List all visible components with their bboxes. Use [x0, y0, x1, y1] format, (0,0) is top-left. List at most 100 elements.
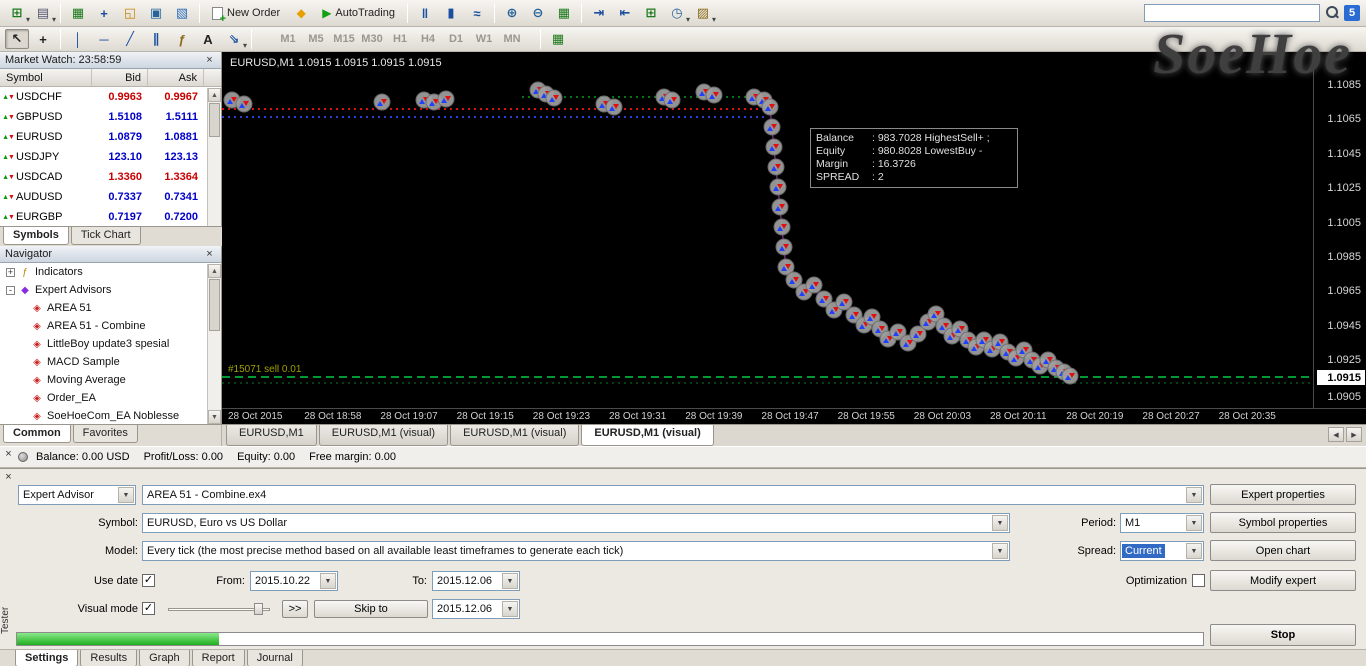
data-window-icon[interactable]: + — [92, 3, 116, 23]
strategy-tester-icon[interactable]: ▧ — [170, 3, 194, 23]
slider-handle[interactable] — [254, 603, 263, 615]
community-icon[interactable]: 5 — [1344, 5, 1360, 21]
tabs-left-icon[interactable]: ◀ — [1328, 427, 1344, 442]
tab-favorites[interactable]: Favorites — [73, 425, 138, 443]
symbol-properties-button[interactable]: Symbol properties — [1210, 512, 1356, 533]
market-watch-row[interactable]: ▲▼USDCHF0.99630.9967 — [0, 87, 221, 107]
spread-combo[interactable]: Current ▼ — [1120, 541, 1204, 561]
timeframe-w1[interactable]: W1 — [471, 30, 497, 49]
period-combo[interactable]: M1 ▼ — [1120, 513, 1204, 533]
navigator-item[interactable]: ◈AREA 51 — [0, 299, 221, 317]
chevron-down-icon[interactable]: ▼ — [1186, 543, 1202, 559]
model-combo[interactable]: Every tick (the most precise method base… — [142, 541, 1010, 561]
expert-properties-button[interactable]: Expert properties — [1210, 484, 1356, 505]
visual-mode-checkbox[interactable]: ✓ — [142, 602, 155, 615]
time-axis[interactable]: 28 Oct 201528 Oct 18:5828 Oct 19:0728 Oc… — [222, 408, 1366, 424]
search-input[interactable] — [1144, 4, 1320, 22]
navigator-item[interactable]: ◈SoeHoeCom_EA Noblesse — [0, 407, 221, 423]
tester-tab-report[interactable]: Report — [192, 650, 245, 666]
tester-mode-combo[interactable]: Expert Advisor ▼ — [18, 485, 136, 505]
market-watch-row[interactable]: ▲▼AUDUSD0.73370.7341 — [0, 187, 221, 207]
tile-windows-icon[interactable]: ▦ — [552, 3, 576, 23]
chevron-down-icon[interactable]: ▼ — [1186, 515, 1202, 531]
market-watch-row[interactable]: ▲▼USDCAD1.33601.3364 — [0, 167, 221, 187]
navigator-icon[interactable]: ◱ — [118, 3, 142, 23]
expand-icon[interactable]: + — [6, 268, 15, 277]
bar-chart-icon[interactable]: ‖ — [413, 3, 437, 23]
chart-shift-icon[interactable]: ⇤ — [613, 3, 637, 23]
templates-icon[interactable]: ▨ — [691, 3, 715, 23]
cursor-icon[interactable]: ↖ — [5, 29, 29, 49]
chevron-down-icon[interactable]: ▼ — [1186, 487, 1202, 503]
chart-tab[interactable]: EURUSD,M1 (visual) — [450, 425, 579, 446]
tab-symbols[interactable]: Symbols — [3, 227, 69, 245]
close-icon[interactable]: × — [203, 248, 216, 260]
fibonacci-icon[interactable]: ƒ — [170, 29, 194, 49]
tester-tab-graph[interactable]: Graph — [139, 650, 190, 666]
collapse-icon[interactable]: - — [6, 286, 15, 295]
scroll-thumb[interactable] — [209, 103, 220, 137]
arrows-icon[interactable]: ⇘ — [222, 29, 246, 49]
use-date-checkbox[interactable]: ✓ — [142, 574, 155, 587]
channel-icon[interactable]: ∥ — [144, 29, 168, 49]
periods-icon[interactable]: ◷ — [665, 3, 689, 23]
timeframe-m30[interactable]: M30 — [359, 30, 385, 49]
skip-to-button[interactable]: Skip to — [314, 600, 428, 618]
new-window-icon[interactable]: ⊞ — [639, 3, 663, 23]
new-chart-icon[interactable]: ⊞ — [5, 3, 29, 23]
vertical-line-icon[interactable]: │ — [66, 29, 90, 49]
scroll-down-icon[interactable]: ▼ — [208, 410, 221, 424]
fast-forward-button[interactable]: >> — [282, 600, 308, 618]
column-bid[interactable]: Bid — [92, 69, 148, 86]
zoom-out-icon[interactable]: ⊖ — [526, 3, 550, 23]
chevron-down-icon[interactable]: ▼ — [118, 487, 134, 503]
candlestick-chart-icon[interactable]: ▮ — [439, 3, 463, 23]
tabs-right-icon[interactable]: ▶ — [1346, 427, 1362, 442]
tester-tab-journal[interactable]: Journal — [247, 650, 303, 666]
tab-tick-chart[interactable]: Tick Chart — [71, 227, 141, 245]
scroll-thumb[interactable] — [209, 279, 220, 331]
navigator-item[interactable]: ◈Order_EA — [0, 389, 221, 407]
visual-speed-slider[interactable] — [168, 603, 270, 615]
timeframe-m5[interactable]: M5 — [303, 30, 329, 49]
line-chart-icon[interactable]: ≈ — [465, 3, 489, 23]
symbol-combo[interactable]: EURUSD, Euro vs US Dollar ▼ — [142, 513, 1010, 533]
timeframe-h1[interactable]: H1 — [387, 30, 413, 49]
modify-expert-button[interactable]: Modify expert — [1210, 570, 1356, 591]
navigator-item[interactable]: ◈LittleBoy update3 spesial — [0, 335, 221, 353]
new-order-button[interactable]: New Order — [204, 3, 288, 24]
close-icon[interactable]: × — [203, 54, 216, 66]
chevron-down-icon[interactable]: ▼ — [502, 601, 518, 617]
column-symbol[interactable]: Symbol — [0, 69, 92, 86]
from-date-combo[interactable]: 2015.10.22 ▼ — [250, 571, 338, 591]
tester-tab-settings[interactable]: Settings — [15, 650, 78, 666]
close-icon[interactable]: × — [2, 448, 15, 460]
close-icon[interactable]: × — [2, 471, 15, 483]
crosshair-icon[interactable]: + — [31, 29, 55, 49]
navigator-item[interactable]: +ƒIndicators — [0, 263, 221, 281]
zoom-in-icon[interactable]: ⊕ — [500, 3, 524, 23]
chevron-down-icon[interactable]: ▼ — [992, 543, 1008, 559]
optimization-checkbox[interactable] — [1192, 574, 1205, 587]
navigator-item[interactable]: ◈AREA 51 - Combine — [0, 317, 221, 335]
market-watch-scrollbar[interactable]: ▲ — [207, 88, 221, 226]
auto-scroll-icon[interactable]: ⇥ — [587, 3, 611, 23]
timeframe-m15[interactable]: M15 — [331, 30, 357, 49]
terminal-icon[interactable]: ▣ — [144, 3, 168, 23]
tester-tab-results[interactable]: Results — [80, 650, 137, 666]
chart-tab[interactable]: EURUSD,M1 (visual) — [581, 425, 713, 446]
profiles-icon[interactable]: ▤ — [31, 3, 55, 23]
timeframe-h4[interactable]: H4 — [415, 30, 441, 49]
tab-common[interactable]: Common — [3, 425, 71, 443]
horizontal-line-icon[interactable]: ─ — [92, 29, 116, 49]
to-date-combo[interactable]: 2015.12.06 ▼ — [432, 571, 520, 591]
timeframe-mn[interactable]: MN — [499, 30, 525, 49]
chevron-down-icon[interactable]: ▼ — [502, 573, 518, 589]
chevron-down-icon[interactable]: ▼ — [320, 573, 336, 589]
timeframe-d1[interactable]: D1 — [443, 30, 469, 49]
column-ask[interactable]: Ask — [148, 69, 204, 86]
market-watch-row[interactable]: ▲▼GBPUSD1.51081.5111 — [0, 107, 221, 127]
autotrading-button[interactable]: ▶ AutoTrading — [314, 3, 403, 24]
market-watch-icon[interactable]: ▦ — [66, 3, 90, 23]
stop-button[interactable]: Stop — [1210, 624, 1356, 646]
